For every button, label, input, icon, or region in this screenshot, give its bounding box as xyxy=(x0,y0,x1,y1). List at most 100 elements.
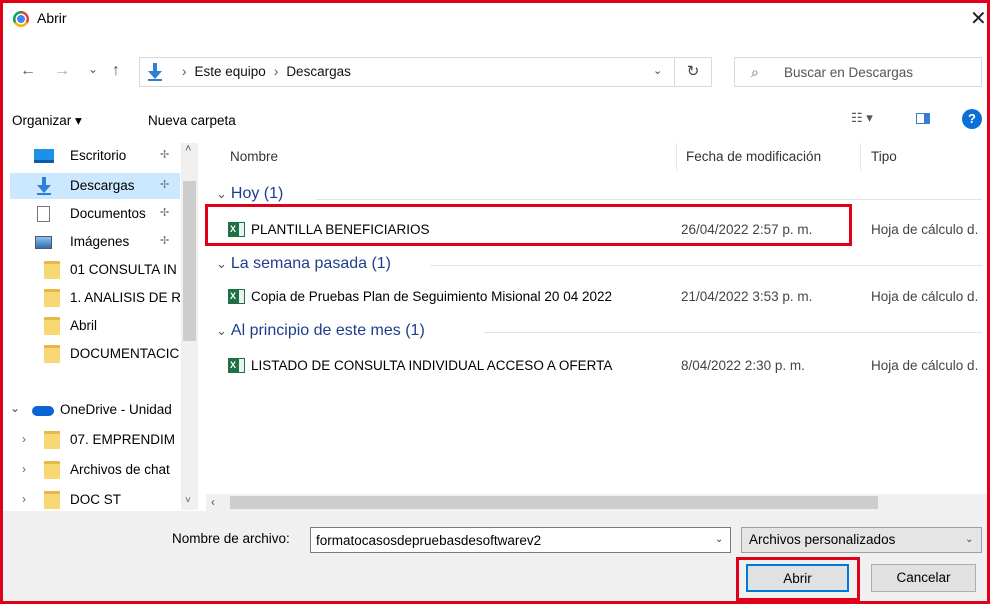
address-dropdown-icon[interactable]: ⌄ xyxy=(653,64,662,77)
sidebar-item-onedrive[interactable]: ⌄ OneDrive - Unidad xyxy=(10,397,180,423)
sidebar-item-label: Archivos de chat xyxy=(70,462,170,477)
scrollbar-thumb[interactable] xyxy=(183,181,196,341)
column-header-name[interactable]: Nombre xyxy=(230,149,278,164)
breadcrumb-este-equipo[interactable]: Este equipo xyxy=(195,64,266,79)
chevron-down-icon: ⌄ xyxy=(216,186,227,201)
sidebar-item-label: Documentos xyxy=(70,206,146,221)
chevron-down-icon[interactable]: ⌄ xyxy=(715,534,723,545)
column-header-type[interactable]: Tipo xyxy=(871,149,897,164)
group-header[interactable]: ⌄ La semana pasada (1) xyxy=(216,255,391,273)
group-title: Hoy (1) xyxy=(230,185,284,202)
scroll-down-icon[interactable]: ˅ xyxy=(185,495,191,506)
filename-input[interactable]: formatocasosdepruebasdesoftwarev2 ⌄ xyxy=(310,527,731,553)
filename-value: formatocasosdepruebasdesoftwarev2 xyxy=(316,533,542,548)
folder-icon xyxy=(44,317,60,335)
chevron-down-icon: ⌄ xyxy=(216,323,227,338)
sidebar-item-folder[interactable]: DOCUMENTACIC xyxy=(10,341,180,367)
file-type-select[interactable]: Archivos personalizados ⌄ xyxy=(741,527,982,553)
sidebar-item-folder[interactable]: › DOC ST xyxy=(10,487,180,511)
recent-locations-button[interactable]: ⌄ xyxy=(88,62,98,76)
chevron-right-icon[interactable]: › xyxy=(22,432,26,446)
file-type: Hoja de cálculo d. xyxy=(871,289,979,304)
sidebar-item-folder[interactable]: 01 CONSULTA IN xyxy=(10,257,180,283)
download-arrow-icon xyxy=(37,177,51,195)
sidebar-item-imagenes[interactable]: Imágenes ✢ xyxy=(10,229,180,255)
scroll-up-icon[interactable]: ˄ xyxy=(185,143,191,155)
breadcrumb-separator: › xyxy=(273,64,279,79)
scroll-left-icon[interactable]: ‹ xyxy=(211,495,215,509)
help-button[interactable]: ? xyxy=(962,109,982,129)
close-button[interactable]: ✕ xyxy=(970,6,987,31)
column-divider[interactable] xyxy=(676,143,677,171)
file-row[interactable]: X LISTADO DE CONSULTA INDIVIDUAL ACCESO … xyxy=(206,355,990,377)
chevron-right-icon[interactable]: › xyxy=(22,492,26,506)
sidebar-item-label: OneDrive - Unidad xyxy=(60,402,172,417)
preview-pane-icon[interactable] xyxy=(916,113,930,124)
pictures-icon xyxy=(35,236,52,249)
folder-icon xyxy=(44,345,60,363)
divider xyxy=(316,199,982,200)
filename-label: Nombre de archivo: xyxy=(172,531,290,546)
sidebar-item-documentos[interactable]: Documentos ✢ xyxy=(10,201,180,227)
file-row[interactable]: X PLANTILLA BENEFICIARIOS 26/04/2022 2:5… xyxy=(206,219,990,241)
forward-button[interactable]: → xyxy=(54,62,70,80)
up-button[interactable]: ↑ xyxy=(112,62,120,80)
column-divider[interactable] xyxy=(860,143,861,171)
group-header[interactable]: ⌄ Al principio de este mes (1) xyxy=(216,322,425,340)
sidebar-item-label: DOCUMENTACIC xyxy=(70,346,180,361)
file-name: Copia de Pruebas Plan de Seguimiento Mis… xyxy=(251,289,612,304)
chevron-down-icon: ⌄ xyxy=(965,534,974,545)
file-date: 26/04/2022 2:57 p. m. xyxy=(681,222,813,237)
sidebar-item-folder[interactable]: 1. ANALISIS DE R xyxy=(10,285,182,311)
file-type: Hoja de cálculo d. xyxy=(871,222,979,237)
sidebar-item-label: 1. ANALISIS DE R xyxy=(70,290,182,305)
group-header[interactable]: ⌄ Hoy (1) xyxy=(216,185,283,203)
sidebar-item-label: Descargas xyxy=(70,178,135,193)
breadcrumb: › Este equipo › Descargas xyxy=(174,64,351,79)
group-title: La semana pasada (1) xyxy=(230,255,392,272)
breadcrumb-descargas[interactable]: Descargas xyxy=(286,64,351,79)
command-toolbar: Organizar ▾ Nueva carpeta xyxy=(0,105,990,137)
pin-icon: ✢ xyxy=(160,207,170,219)
back-button[interactable]: ← xyxy=(20,62,36,80)
excel-file-icon: X xyxy=(228,358,245,373)
dialog-title: Abrir xyxy=(37,10,67,26)
address-bar[interactable]: › Este equipo › Descargas ⌄ xyxy=(139,57,675,87)
sidebar-item-label: Escritorio xyxy=(70,148,127,163)
excel-file-icon: X xyxy=(228,222,245,237)
sidebar-item-label: DOC ST xyxy=(70,492,122,507)
organize-button[interactable]: Organizar ▾ xyxy=(12,113,82,129)
chevron-down-icon: ⌄ xyxy=(216,256,227,271)
sidebar-scrollbar[interactable]: ˄ ˅ xyxy=(181,143,198,510)
file-type: Hoja de cálculo d. xyxy=(871,358,979,373)
pin-icon: ✢ xyxy=(160,179,170,191)
sidebar-item-escritorio[interactable]: Escritorio ✢ xyxy=(10,143,180,169)
refresh-button[interactable]: ↻ xyxy=(675,57,712,87)
divider xyxy=(484,332,982,333)
search-placeholder: Buscar en Descargas xyxy=(784,65,914,80)
file-date: 21/04/2022 3:53 p. m. xyxy=(681,289,813,304)
file-type-value: Archivos personalizados xyxy=(749,532,896,547)
chevron-right-icon[interactable]: › xyxy=(22,462,26,476)
open-button[interactable]: Abrir xyxy=(746,564,849,592)
change-view-icon[interactable]: ☷ ▾ xyxy=(851,110,873,126)
sidebar-item-folder[interactable]: › Archivos de chat xyxy=(10,457,180,483)
file-list-scrollbar[interactable]: ‹ xyxy=(206,494,990,511)
sidebar-item-folder[interactable]: Abril xyxy=(10,313,180,339)
desktop-icon xyxy=(34,149,54,163)
scrollbar-thumb[interactable] xyxy=(230,496,878,509)
sidebar-item-descargas[interactable]: Descargas ✢ xyxy=(10,173,180,199)
onedrive-cloud-icon xyxy=(32,406,54,416)
search-box[interactable]: ⌕ Buscar en Descargas xyxy=(734,57,982,87)
sidebar-item-folder[interactable]: › 07. EMPRENDIM xyxy=(10,427,180,453)
file-row[interactable]: X Copia de Pruebas Plan de Seguimiento M… xyxy=(206,286,990,308)
column-header-date[interactable]: Fecha de modificación xyxy=(686,149,821,164)
folder-icon xyxy=(44,289,60,307)
cancel-button[interactable]: Cancelar xyxy=(871,564,976,592)
document-icon xyxy=(37,206,50,222)
sidebar-item-label: Abril xyxy=(70,318,98,333)
breadcrumb-separator: › xyxy=(182,64,187,79)
folder-icon xyxy=(44,461,60,479)
new-folder-button[interactable]: Nueva carpeta xyxy=(148,113,236,128)
sidebar-item-label: Imágenes xyxy=(70,234,130,249)
